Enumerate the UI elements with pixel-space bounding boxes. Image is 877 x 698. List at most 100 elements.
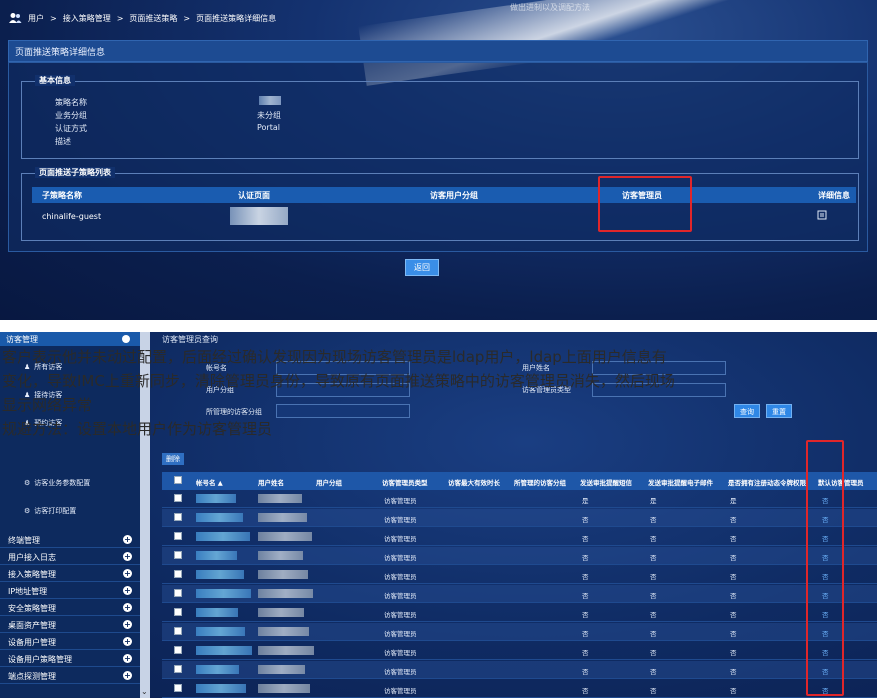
table-row[interactable]: 访客管理员否否否否 (162, 623, 877, 641)
account-redacted (196, 684, 246, 693)
auth-page-redacted (230, 207, 288, 225)
breadcrumb-users[interactable]: 用户 (28, 13, 44, 24)
col-header: 是否拥有注册动态令牌权限 (728, 479, 806, 487)
sidebar-item-device-user-policy[interactable]: 设备用户策略管理 + (0, 651, 140, 667)
expand-icon[interactable]: + (123, 552, 132, 561)
row-checkbox[interactable] (174, 532, 182, 540)
expand-icon[interactable]: + (123, 637, 132, 646)
query-button[interactable]: 查询 (734, 404, 760, 418)
sidebar-header-guest-management[interactable]: 访客管理 (0, 332, 140, 346)
username-redacted (258, 646, 314, 655)
cell-token: 否 (730, 535, 737, 543)
expand-icon[interactable]: + (123, 535, 132, 544)
account-redacted (196, 513, 243, 522)
expand-icon[interactable]: + (123, 586, 132, 595)
annotation-line-1: 客户表示他并未动过配置，后面经过确认发现因为现场访客管理员是ldap用户，lda… (2, 348, 667, 366)
row-checkbox[interactable] (174, 608, 182, 616)
chevron-down-icon[interactable]: ⌄ (141, 687, 148, 696)
info-label: 策略名称 (55, 98, 87, 107)
sidebar-item-label: IP地址管理 (8, 587, 48, 596)
row-checkbox[interactable] (174, 551, 182, 559)
col-header[interactable]: 帐号名 ▲ (196, 477, 223, 487)
cell-email: 否 (650, 649, 657, 657)
table-row[interactable]: 访客管理员否否否否 (162, 680, 877, 698)
sidebar-item-ip[interactable]: IP地址管理 + (0, 583, 140, 599)
sidebar-subitem-guest-params[interactable]: ⚙ 访客业务参数配置 (24, 478, 90, 488)
settings-icon: ⚙ (24, 507, 31, 515)
cell-token: 否 (730, 668, 737, 676)
delete-button[interactable]: 删除 (162, 453, 184, 465)
cell-sms: 否 (582, 554, 589, 562)
sidebar-item-security-policy[interactable]: 安全策略管理 + (0, 600, 140, 616)
sidebar-item-label: 设备用户策略管理 (8, 655, 72, 664)
col-header: 发送审批提醒短信 (580, 479, 632, 487)
row-checkbox[interactable] (174, 646, 182, 654)
account-redacted (196, 627, 245, 636)
expand-icon[interactable]: + (123, 620, 132, 629)
query-title: 访客管理员查询 (162, 335, 218, 344)
row-checkbox[interactable] (174, 684, 182, 692)
breadcrumb-sep: > (50, 13, 57, 23)
cell-token: 否 (730, 649, 737, 657)
faded-top-text: 做出进制以及调配方法 (510, 3, 590, 12)
cell-type: 访客管理员 (384, 592, 417, 600)
select-all-checkbox[interactable] (174, 476, 182, 484)
table-row[interactable]: 访客管理员否否否否 (162, 604, 877, 622)
table-row[interactable]: 访客管理员否否否否 (162, 528, 877, 546)
breadcrumb-page-push-policy[interactable]: 页面推送策略 (129, 13, 177, 24)
reset-button[interactable]: 重置 (766, 404, 792, 418)
sidebar-item-access-log[interactable]: 用户接入日志 + (0, 549, 140, 565)
col-header: 详细信息 (818, 190, 850, 200)
row-checkbox[interactable] (174, 513, 182, 521)
username-redacted (258, 513, 307, 522)
table-row[interactable]: 访客管理员否否否否 (162, 547, 877, 565)
table-row[interactable]: 访客管理员否否否否 (162, 585, 877, 603)
row-checkbox[interactable] (174, 589, 182, 597)
col-header: 认证页面 (238, 190, 270, 200)
return-button[interactable]: 返回 (405, 259, 439, 276)
collapse-icon[interactable] (122, 335, 130, 343)
row-checkbox[interactable] (174, 627, 182, 635)
sub-policy-legend: 页面推送子策略列表 (35, 167, 115, 178)
cell-email: 否 (650, 573, 657, 581)
sidebar-item-endpoint-detect[interactable]: 端点探测管理 + (0, 668, 140, 684)
sidebar-subitem-guest-print[interactable]: ⚙ 访客打印配置 (24, 506, 76, 516)
account-redacted (196, 608, 238, 617)
cell-type: 访客管理员 (384, 554, 417, 562)
expand-icon[interactable]: + (123, 671, 132, 680)
cell-type: 访客管理员 (384, 649, 417, 657)
sidebar-subitem-label: 访客业务参数配置 (34, 479, 91, 487)
row-checkbox[interactable] (174, 665, 182, 673)
table-row[interactable]: 访客管理员否否否否 (162, 661, 877, 679)
expand-icon[interactable]: + (123, 569, 132, 578)
cell-token: 否 (730, 630, 737, 638)
account-redacted (196, 551, 237, 560)
detail-icon[interactable] (817, 210, 827, 220)
table-row[interactable]: 访客管理员否否否否 (162, 566, 877, 584)
sidebar-item-label: 端点探测管理 (8, 672, 56, 681)
col-header: 发送审批提醒电子邮件 (648, 479, 713, 487)
table-row[interactable]: 访客管理员否否否否 (162, 642, 877, 660)
cell-sms: 否 (582, 630, 589, 638)
expand-icon[interactable]: + (123, 603, 132, 612)
sidebar-item-access-policy[interactable]: 接入策略管理 + (0, 566, 140, 582)
cell-type: 访客管理员 (384, 573, 417, 581)
cell-email: 否 (650, 611, 657, 619)
sidebar-item-desktop-asset[interactable]: 桌面资产管理 + (0, 617, 140, 633)
info-label: 描述 (55, 137, 71, 146)
breadcrumb-access-policy[interactable]: 接入策略管理 (63, 13, 111, 24)
table-row[interactable]: 访客管理员是是是否 (162, 490, 877, 508)
cell-token: 否 (730, 592, 737, 600)
row-checkbox[interactable] (174, 494, 182, 502)
expand-icon[interactable]: + (123, 654, 132, 663)
username-redacted (258, 665, 305, 674)
sidebar-item-label: 终端管理 (8, 536, 40, 545)
sidebar-item-device-user[interactable]: 设备用户管理 + (0, 634, 140, 650)
row-checkbox[interactable] (174, 570, 182, 578)
annotation-line-2: 变化，导致IMC上重新同步，清除管理员身份，导致原有页面推送策略中的访客管理员消… (2, 372, 675, 390)
table-row[interactable]: 访客管理员否否否否 (162, 509, 877, 527)
managed-group-select[interactable] (276, 404, 410, 418)
cell-token: 否 (730, 554, 737, 562)
cell-type: 访客管理员 (384, 497, 417, 505)
sidebar-item-terminal[interactable]: 终端管理 + (0, 532, 140, 548)
